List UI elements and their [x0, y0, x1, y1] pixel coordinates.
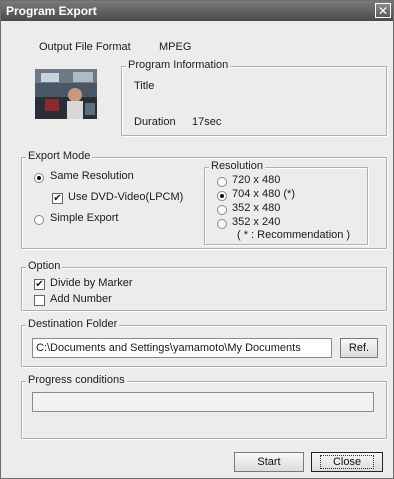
export-mode-legend: Export Mode	[26, 150, 93, 162]
resolution-352x480-radio[interactable]	[217, 205, 227, 215]
option-legend: Option	[26, 260, 63, 272]
divide-by-marker-checkbox[interactable]: ✔	[34, 279, 45, 290]
simple-export-radio[interactable]	[34, 215, 44, 225]
divide-by-marker-label[interactable]: Divide by Marker	[50, 277, 133, 289]
duration-value: 17sec	[192, 116, 222, 128]
program-export-dialog: Program Export ✕ Output File Format MPEG…	[0, 0, 394, 479]
simple-export-label[interactable]: Simple Export	[50, 212, 118, 224]
progress-legend: Progress conditions	[26, 374, 127, 386]
destination-path-input[interactable]: C:\Documents and Settings\yamamoto\My Do…	[32, 338, 332, 358]
title-label: Title	[134, 80, 155, 92]
progress-bar	[32, 392, 374, 412]
start-button[interactable]: Start	[234, 452, 304, 472]
add-number-label[interactable]: Add Number	[50, 293, 112, 305]
resolution-352x240-radio[interactable]	[217, 219, 227, 229]
resolution-option-label[interactable]: 720 x 480	[232, 174, 280, 186]
same-resolution-radio[interactable]	[34, 173, 44, 183]
use-dvd-checkbox[interactable]: ✔	[52, 193, 63, 204]
ref-button[interactable]: Ref.	[340, 338, 378, 358]
duration-label: Duration	[134, 116, 176, 128]
resolution-option-label[interactable]: 704 x 480 (*)	[232, 188, 295, 200]
window-title: Program Export	[6, 4, 97, 18]
destination-legend: Destination Folder	[26, 318, 120, 330]
use-dvd-label[interactable]: Use DVD-Video(LPCM)	[68, 191, 183, 203]
resolution-720x480-radio[interactable]	[217, 177, 227, 187]
recommendation-note: ( * : Recommendation )	[237, 229, 351, 241]
resolution-704x480-radio[interactable]	[217, 191, 227, 201]
title-bar[interactable]: Program Export	[1, 1, 393, 21]
close-button-label: Close	[319, 455, 375, 469]
progress-group: Progress conditions	[21, 374, 387, 439]
resolution-option-label[interactable]: 352 x 240	[232, 216, 280, 228]
program-info-group: Program Information Title Duration 17sec	[121, 59, 387, 136]
close-icon[interactable]: ✕	[375, 3, 391, 18]
same-resolution-label[interactable]: Same Resolution	[50, 170, 134, 182]
resolution-legend: Resolution	[209, 160, 265, 172]
add-number-checkbox[interactable]	[34, 295, 45, 306]
program-thumbnail	[35, 69, 97, 119]
program-info-legend: Program Information	[126, 59, 231, 71]
format-value: MPEG	[159, 41, 192, 53]
option-group: Option ✔ Divide by Marker Add Number	[21, 260, 387, 311]
format-label: Output File Format	[39, 41, 131, 53]
destination-group: Destination Folder C:\Documents and Sett…	[21, 318, 387, 367]
resolution-option-label[interactable]: 352 x 480	[232, 202, 280, 214]
resolution-group: Resolution 720 x 480 704 x 480 (*) 352 x…	[204, 160, 368, 245]
export-mode-group: Export Mode Same Resolution ✔ Use DVD-Vi…	[21, 150, 387, 249]
close-button[interactable]: Close	[311, 452, 383, 472]
